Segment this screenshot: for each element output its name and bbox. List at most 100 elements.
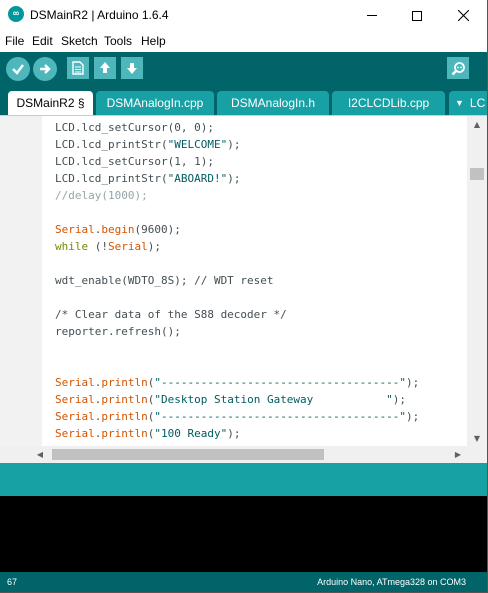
scroll-down-icon[interactable]: ▼ [467,430,487,447]
menu-file[interactable]: File [5,34,24,48]
code-token: Serial [55,223,95,236]
code-token: ); [147,240,161,253]
menu-bar: File Edit Sketch Tools Help [0,31,487,51]
tab-dsmanalogin-cpp[interactable]: DSMAnalogIn.cpp [96,91,214,115]
code-text: Serial.begin(9600); [55,221,181,238]
code-line: 63LCD.lcd_setCursor(1, 1); [42,153,467,170]
code-token: ); [227,138,241,151]
save-icon [127,63,137,74]
code-token: ); [392,393,407,406]
code-token: ); [406,376,420,389]
maximize-button[interactable] [394,0,440,31]
code-text: Serial.println("100 Ready"); [55,425,240,442]
console-output[interactable] [0,496,487,572]
code-token: //delay(1000); [55,189,148,202]
new-button[interactable] [67,57,89,79]
code-token: "WELCOME" [167,138,228,151]
code-line: 64LCD.lcd_printStr("ABOARD!"); [42,170,467,187]
code-line: 67Serial.begin(9600); [42,221,467,238]
code-line: 77Serial.println("Desktop Station Gatewa… [42,391,467,408]
code-token: reporter.refresh(); [55,325,181,338]
tab-dsmainr2[interactable]: DSMainR2 § [8,91,93,115]
code-text: reporter.refresh(); [55,323,181,340]
verify-button[interactable] [6,57,30,81]
vertical-scrollbar[interactable]: ▲ ▼ [467,116,487,447]
code-token: "------------------------------------" [154,410,407,423]
code-line: 73reporter.refresh(); [42,323,467,340]
code-token: Serial [108,240,148,253]
scrollbar-corner [467,446,487,463]
code-token: LCD.lcd_setCursor(1, 1); [55,155,214,168]
close-icon [457,10,469,21]
tab-dsmanalogin-h[interactable]: DSMAnalogIn.h [217,91,329,115]
serial-monitor-button[interactable] [447,57,469,79]
serial-monitor-icon [451,61,465,75]
code-editor[interactable]: 61LCD.lcd_setCursor(0, 0);62LCD.lcd_prin… [0,115,487,447]
upload-button[interactable] [33,57,57,81]
chevron-down-icon: ▼ [455,98,464,108]
scroll-left-icon[interactable]: ◀ [30,446,50,463]
menu-help[interactable]: Help [141,34,166,48]
verify-icon [12,64,24,75]
open-icon [100,62,110,73]
code-text: wdt_enable(WDTO_8S); // WDT reset [55,272,274,289]
code-token: LCD.lcd_printStr( [55,138,168,151]
horizontal-scroll-thumb[interactable] [52,449,324,460]
horizontal-scrollbar[interactable]: ◀ ▶ [0,446,467,463]
upload-icon [40,64,51,74]
scroll-up-icon[interactable]: ▲ [467,116,487,133]
code-text: Serial.println("Desktop Station Gateway … [55,391,406,408]
code-token: Serial [55,427,95,440]
tab-overflow-menu[interactable]: ▼ LC [449,91,487,115]
code-text: LCD.lcd_printStr("WELCOME"); [55,136,240,153]
arduino-ide-window: ∞ DSMainR2 | Arduino 1.6.4 File Edit Ske… [0,0,488,593]
code-line: 62LCD.lcd_printStr("WELCOME"); [42,136,467,153]
code-line: 65//delay(1000); [42,187,467,204]
code-line: 72/* Clear data of the S88 decoder */ [42,306,467,323]
code-token: Serial [55,393,95,406]
tab-i2clcdlib-cpp[interactable]: I2CLCDLib.cpp [332,91,445,115]
code-token: Serial [55,410,95,423]
code-token: begin [101,223,135,236]
code-text: LCD.lcd_printStr("ABOARD!"); [55,170,240,187]
code-area[interactable]: 61LCD.lcd_setCursor(0, 0);62LCD.lcd_prin… [42,116,467,447]
minimize-icon [367,15,377,16]
save-button[interactable] [121,57,143,79]
close-button[interactable] [440,0,486,31]
scroll-right-icon[interactable]: ▶ [449,446,467,463]
menu-tools[interactable]: Tools [104,34,132,48]
minimize-button[interactable] [349,0,395,31]
code-text: while (!Serial); [55,238,161,255]
code-token: println [101,427,148,440]
arduino-logo-icon: ∞ [8,6,24,22]
code-token: "------------------------------------" [154,376,407,389]
title-bar: ∞ DSMainR2 | Arduino 1.6.4 [0,0,487,31]
code-token: wdt_enable(WDTO_8S); // WDT reset [55,274,274,287]
code-text: LCD.lcd_setCursor(1, 1); [55,153,214,170]
line-number-gutter [0,116,42,447]
code-text: Serial.println("------------------------… [55,374,419,391]
code-token: "Desktop Station Gateway " [154,393,393,406]
menu-sketch[interactable]: Sketch [61,34,98,48]
tab-overflow-label: LC [469,96,486,110]
open-button[interactable] [94,57,116,79]
code-text: //delay(1000); [55,187,148,204]
toolbar [0,52,487,87]
code-token: (! [88,240,108,253]
code-token: println [101,410,148,423]
code-line: 76Serial.println("----------------------… [42,374,467,391]
code-token: LCD.lcd_setCursor(0, 0); [55,121,214,134]
code-token: println [101,393,148,406]
menu-edit[interactable]: Edit [32,34,53,48]
code-text: /* Clear data of the S88 decoder */ [55,306,287,323]
code-text: LCD.lcd_setCursor(0, 0); [55,119,214,136]
code-line: 70wdt_enable(WDTO_8S); // WDT reset [42,272,467,289]
footer-bar: 67 Arduino Nano, ATmega328 on COM3 [0,572,487,592]
status-bar [0,463,487,496]
code-token: LCD.lcd_printStr( [55,172,168,185]
code-token: ); [227,427,241,440]
vertical-scroll-thumb[interactable] [470,168,484,180]
board-info: Arduino Nano, ATmega328 on COM3 [317,577,466,587]
code-line: 69 [42,255,467,272]
maximize-icon [412,10,422,21]
